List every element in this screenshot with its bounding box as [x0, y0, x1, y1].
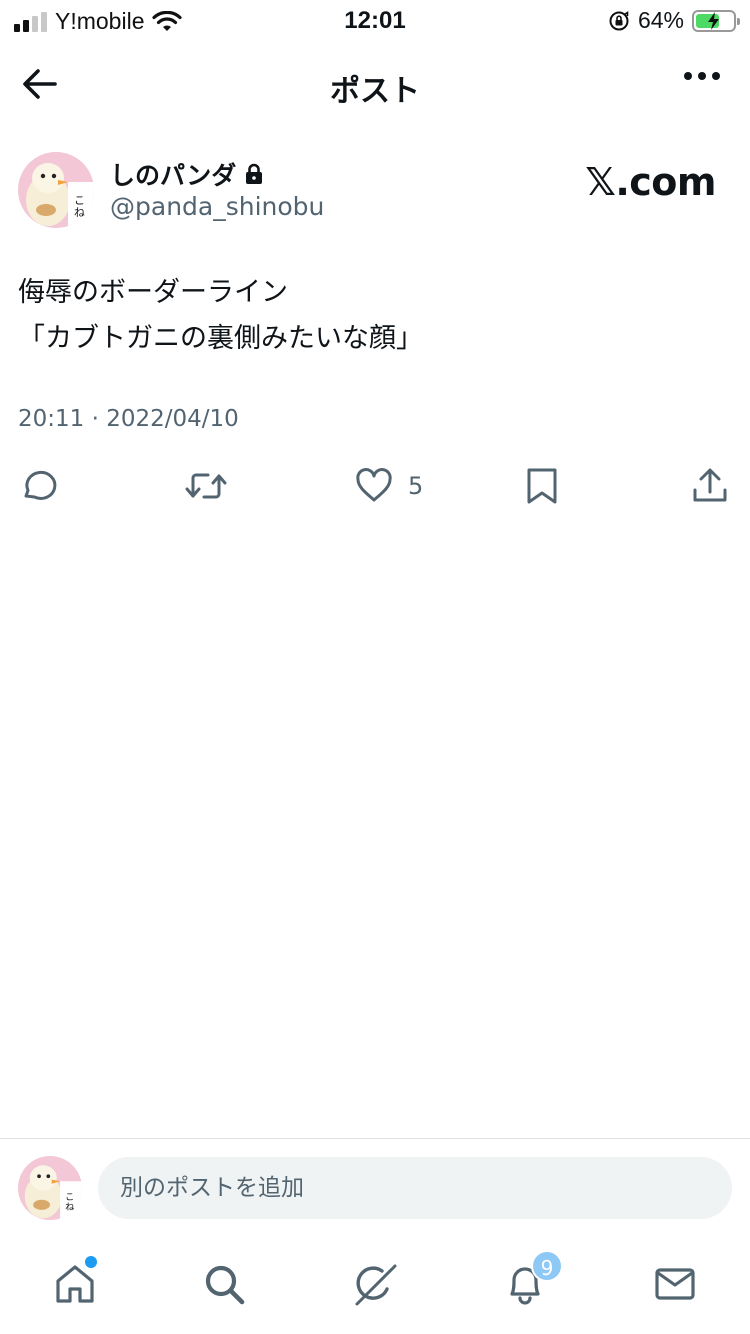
tab-search[interactable] [196, 1256, 252, 1312]
tab-messages[interactable] [647, 1256, 703, 1312]
svg-text:ね: ね [74, 206, 85, 219]
svg-text:ね: ね [65, 1202, 74, 1213]
share-button[interactable] [690, 464, 730, 508]
my-avatar: こ ね [18, 1156, 82, 1220]
more-dots-icon [684, 72, 692, 80]
bookmark-button[interactable] [522, 464, 562, 508]
add-post-input[interactable] [98, 1157, 732, 1219]
more-options-button[interactable] [684, 72, 720, 80]
reply-button[interactable] [18, 464, 58, 508]
orientation-lock-icon [609, 10, 629, 30]
x-com-watermark: 𝕏.com [585, 160, 716, 204]
share-icon [693, 468, 727, 502]
top-bar: ポスト [0, 52, 750, 116]
notification-badge: 9 [531, 1250, 563, 1282]
post-text: 侮辱のボーダーライン 「カブトガニの裏側みたいな顔」 [18, 270, 728, 362]
battery-icon [692, 9, 740, 32]
author-name-text: しのパンダ [110, 161, 237, 190]
tab-grok[interactable] [347, 1256, 403, 1312]
repost-button[interactable] [184, 464, 228, 508]
mail-icon [655, 1268, 695, 1300]
search-icon [205, 1265, 245, 1305]
author-avatar[interactable]: こ ね [18, 152, 94, 228]
status-bar: Y!mobile 12:01 64% [0, 0, 750, 44]
author-display-name[interactable]: しのパンダ [110, 156, 264, 192]
reply-icon [24, 470, 57, 500]
divider [0, 1138, 750, 1139]
post-text-line: 侮辱のボーダーライン [18, 277, 288, 308]
tab-bar: 9 [0, 1250, 750, 1320]
post-actions: 5 [0, 464, 750, 512]
grok-icon [355, 1264, 397, 1306]
post-timestamp[interactable]: 20:11 · 2022/04/10 [18, 406, 239, 432]
battery-percent: 64% [637, 7, 684, 33]
repost-icon [185, 473, 227, 499]
tab-home[interactable] [47, 1256, 103, 1312]
page-title: ポスト [330, 74, 420, 109]
tab-notifications[interactable]: 9 [497, 1250, 563, 1312]
home-unread-dot [85, 1256, 97, 1268]
like-button[interactable]: 5 [354, 464, 423, 508]
bookmark-icon [527, 468, 557, 504]
like-count: 5 [408, 472, 424, 500]
lock-icon [246, 163, 263, 184]
author-handle[interactable]: @panda_shinobu [110, 192, 324, 221]
post-text-line: 「カブトガニの裏側みたいな顔」 [18, 323, 423, 354]
heart-icon [356, 468, 392, 502]
